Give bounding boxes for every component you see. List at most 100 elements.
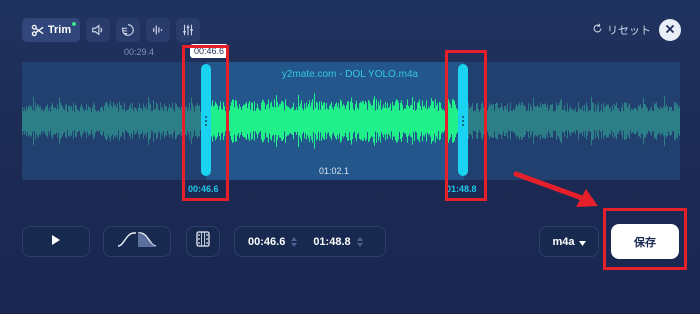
wave-bar [584, 104, 585, 138]
wave-bar [355, 104, 356, 138]
wave-bar [619, 110, 620, 132]
wave-bar [495, 104, 496, 138]
save-button[interactable]: 保存 [611, 224, 679, 259]
split-button[interactable] [186, 226, 220, 257]
wave-bar [544, 104, 545, 138]
wave-bar [664, 96, 665, 146]
wave-bar [593, 102, 594, 140]
wave-bar [167, 111, 168, 131]
wave-bar [134, 107, 135, 135]
wave-bar [488, 106, 489, 136]
wave-bar [576, 111, 577, 131]
wave-bar [673, 110, 674, 132]
wave-bar [613, 109, 614, 133]
wave-bar [579, 108, 580, 134]
wave-bar [317, 103, 318, 139]
wave-bar [231, 101, 232, 141]
volume-button[interactable] [86, 18, 110, 42]
wave-bar [235, 100, 236, 142]
speed-icon [121, 23, 135, 37]
wave-bar [263, 100, 264, 142]
wave-bar [492, 104, 493, 138]
wave-bar [662, 108, 663, 134]
fade-button[interactable] [103, 226, 171, 257]
wave-bar [288, 106, 289, 136]
wave-bar [137, 111, 138, 131]
wave-bar [348, 101, 349, 141]
wave-bar [50, 111, 51, 131]
wave-bar [335, 103, 336, 139]
close-button[interactable] [659, 19, 681, 41]
wave-bar [356, 100, 357, 142]
wave-bar [630, 111, 631, 131]
wave-bar [45, 107, 46, 135]
wave-bar [402, 104, 403, 138]
wave-bar [160, 102, 161, 140]
wave-bar [54, 107, 55, 135]
wave-bar [591, 96, 592, 146]
wave-bar [265, 109, 266, 133]
wave-bar [241, 109, 242, 133]
wave-bar [177, 106, 178, 136]
speed-button[interactable] [116, 18, 140, 42]
wave-bar [409, 108, 410, 134]
wave-bar [272, 106, 273, 136]
end-time-stepper[interactable] [356, 236, 363, 247]
wave-bar [105, 102, 106, 140]
wave-bar [631, 108, 632, 134]
wave-bar [53, 107, 54, 135]
wave-bar [304, 103, 305, 139]
wave-bar [541, 107, 542, 135]
wave-bar [128, 108, 129, 134]
wave-bar [537, 104, 538, 138]
wave-bar [656, 102, 657, 140]
play-button[interactable] [22, 226, 90, 257]
equalizer-button[interactable] [146, 18, 170, 42]
format-select[interactable]: m4a [539, 226, 599, 257]
wave-bar [358, 109, 359, 133]
wave-bar [312, 99, 313, 143]
wave-bar [543, 104, 544, 138]
reset-label: リセット [607, 25, 651, 37]
wave-bar [422, 100, 423, 142]
caret-down-icon [578, 233, 586, 251]
wave-bar [175, 102, 176, 140]
wave-bar [531, 107, 532, 135]
wave-bar [93, 102, 94, 140]
equalizer-icon [151, 23, 165, 37]
wave-bar [269, 108, 270, 134]
wave-bar [381, 109, 382, 133]
wave-bar [545, 103, 546, 139]
wave-bar [316, 101, 317, 141]
wave-bar [491, 104, 492, 138]
start-time-input[interactable]: 00:46.6 [248, 236, 285, 248]
wave-bar [108, 107, 109, 135]
wave-bar [660, 106, 661, 136]
wave-bar [413, 109, 414, 133]
wave-bar [535, 107, 536, 135]
wave-bar [76, 105, 77, 137]
wave-bar [106, 101, 107, 141]
wave-bar [378, 101, 379, 141]
reset-button[interactable]: リセット [592, 22, 651, 38]
wave-bar [571, 109, 572, 133]
mixer-button[interactable] [176, 18, 200, 42]
trim-tab[interactable]: Trim [22, 18, 80, 42]
wave-bar [39, 107, 40, 135]
wave-bar [33, 96, 34, 146]
wave-bar [647, 108, 648, 134]
wave-bar [646, 107, 647, 135]
wave-bar [43, 111, 44, 131]
wave-bar [498, 107, 499, 135]
wave-bar [243, 104, 244, 138]
start-time-stepper[interactable] [291, 236, 298, 247]
wave-bar [334, 106, 335, 136]
wave-bar [114, 105, 115, 137]
wave-bar [373, 99, 374, 143]
end-time-input[interactable]: 01:48.8 [313, 236, 350, 248]
wave-bar [548, 111, 549, 131]
wave-bar [328, 109, 329, 133]
wave-bar [281, 101, 282, 141]
wave-bar [361, 102, 362, 140]
wave-bar [259, 109, 260, 133]
